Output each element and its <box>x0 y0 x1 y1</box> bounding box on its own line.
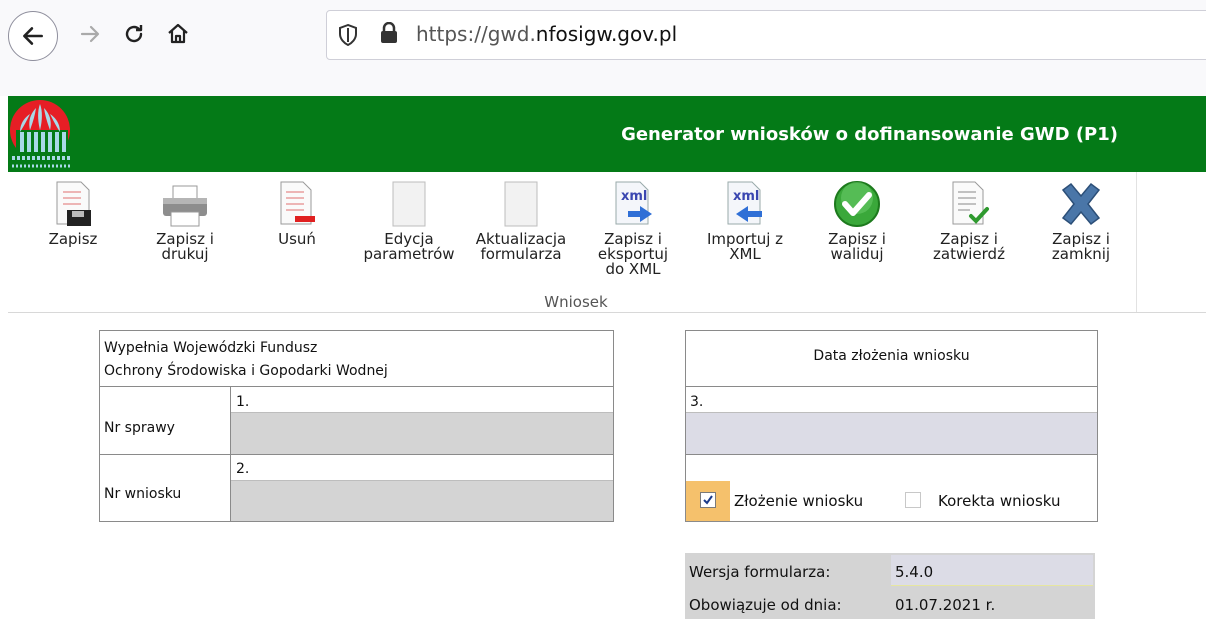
document-check-icon <box>914 176 1024 228</box>
submission-date-field[interactable] <box>686 413 1097 454</box>
submission-option-label: Złożenie wniosku <box>734 492 864 510</box>
green-check-icon <box>802 176 912 228</box>
delete-button[interactable]: Usuń <box>242 176 352 247</box>
save-and-validate-button[interactable]: Zapisz i waliduj <box>802 176 912 262</box>
update-form-label: Aktualizacja formularza <box>475 230 567 263</box>
save-and-close-label: Zapisz i zamknij <box>1051 230 1111 263</box>
case-number-field[interactable] <box>231 413 613 454</box>
correction-option-label: Korekta wniosku <box>938 492 1061 510</box>
form-version-label: Wersja formularza: <box>689 563 831 581</box>
reload-icon <box>125 25 143 43</box>
save-button-label: Zapisz <box>48 230 98 248</box>
checkmark-icon <box>703 495 713 505</box>
home-icon <box>168 23 188 44</box>
save-and-print-button[interactable]: Zapisz i drukuj <box>130 176 240 262</box>
save-button[interactable]: Zapisz <box>18 176 128 247</box>
save-and-print-label: Zapisz i drukuj <box>156 230 214 263</box>
svg-text:xml: xml <box>733 189 759 204</box>
fund-heading-line2: Ochrony Środowiska i Gopodarki Wodnej <box>104 363 388 379</box>
date-box-divider <box>685 454 1098 455</box>
save-and-close-button[interactable]: Zapisz i zamknij <box>1026 176 1136 262</box>
application-number-label: Nr wniosku <box>104 486 182 502</box>
delete-label: Usuń <box>278 230 316 248</box>
ribbon-group-label: Wniosek <box>544 293 608 311</box>
xml-export-icon: xml <box>578 176 688 228</box>
forward-button[interactable] <box>72 16 108 52</box>
blank-document-icon <box>354 176 464 228</box>
save-and-export-xml-button[interactable]: xml Zapisz i eksportuj do XML <box>578 176 688 277</box>
submission-date-heading: Data złożenia wniosku <box>813 348 970 364</box>
back-button[interactable] <box>8 11 58 61</box>
lock-icon[interactable] <box>380 21 398 48</box>
valid-from-label: Obowiązuje od dnia: <box>689 596 842 614</box>
fund-box-divider <box>99 454 614 455</box>
blue-x-icon <box>1026 176 1136 228</box>
field-number-2: 2. <box>236 461 250 477</box>
case-number-label: Nr sprawy <box>104 420 175 436</box>
valid-from-value: 01.07.2021 r. <box>895 596 996 614</box>
update-form-button[interactable]: Aktualizacja formularza <box>466 176 576 262</box>
save-and-validate-label: Zapisz i waliduj <box>828 230 886 263</box>
field-number-1: 1. <box>236 394 250 410</box>
correction-checkbox[interactable] <box>905 492 921 508</box>
app-title: Generator wniosków o dofinansowanie GWD … <box>621 124 1118 145</box>
ribbon-spacer <box>1136 172 1206 313</box>
import-xml-label: Importuj z XML <box>706 230 784 263</box>
edit-parameters-button[interactable]: Edycja parametrów <box>354 176 464 262</box>
fund-heading-line1: Wypełnia Wojewódzki Fundusz <box>104 340 318 356</box>
tracking-shield-icon[interactable] <box>338 23 358 50</box>
reload-button[interactable] <box>116 16 152 52</box>
delete-document-icon <box>242 176 352 228</box>
import-xml-button[interactable]: xml Importuj z XML <box>690 176 800 262</box>
save-and-export-xml-label: Zapisz i eksportuj do XML <box>597 230 669 278</box>
application-number-field[interactable] <box>231 481 613 521</box>
url-text[interactable]: https://gwd.nfosigw.gov.pl <box>416 22 677 46</box>
save-and-approve-label: Zapisz i zatwierdź <box>933 230 1005 263</box>
field-number-3: 3. <box>690 394 704 410</box>
edit-parameters-label: Edycja parametrów <box>363 230 455 263</box>
date-box-divider <box>685 386 1098 387</box>
printer-icon <box>130 176 240 228</box>
fund-box-divider <box>99 386 614 387</box>
submission-checkbox[interactable] <box>700 492 716 508</box>
xml-import-icon: xml <box>690 176 800 228</box>
arrow-left-icon <box>23 27 43 45</box>
arrow-right-icon <box>80 25 100 43</box>
blank-document-icon <box>466 176 576 228</box>
home-button[interactable] <box>160 16 196 52</box>
nfosigw-logo <box>8 96 84 172</box>
save-icon <box>18 176 128 228</box>
form-version-value: 5.4.0 <box>895 563 934 581</box>
svg-text:xml: xml <box>621 189 647 204</box>
save-and-approve-button[interactable]: Zapisz i zatwierdź <box>914 176 1024 262</box>
